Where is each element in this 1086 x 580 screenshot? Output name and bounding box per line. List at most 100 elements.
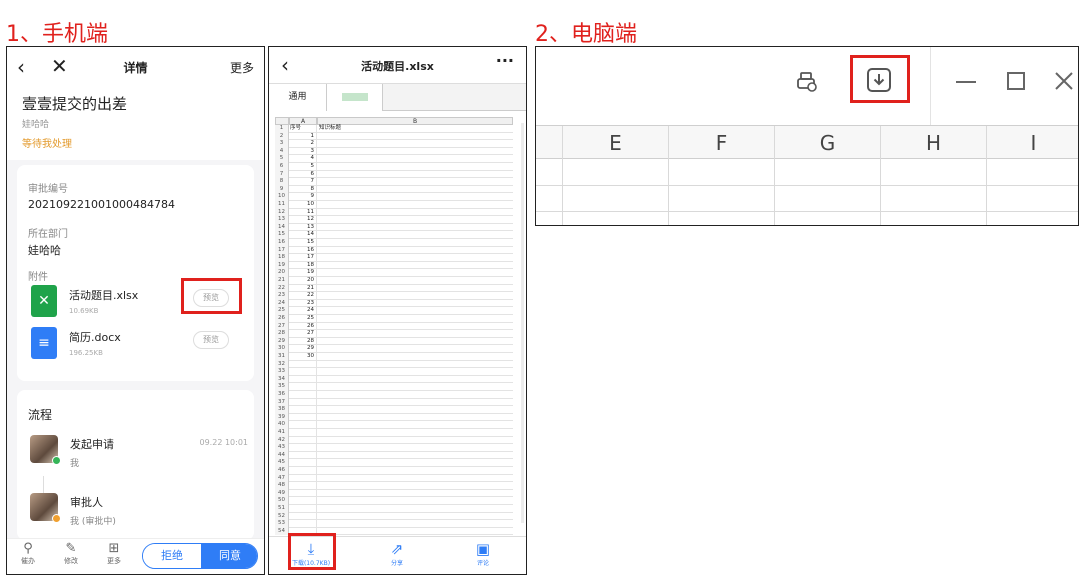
nav-more-button[interactable]: 更多 — [230, 59, 254, 76]
column-header[interactable]: I — [986, 126, 1078, 160]
cell-a: 11 — [289, 208, 317, 217]
table-row[interactable]: 40 — [275, 421, 513, 429]
table-row[interactable]: 45 — [275, 459, 513, 467]
table-row[interactable]: 54 — [275, 155, 513, 163]
table-row[interactable]: 31 30 — [275, 353, 513, 361]
table-row[interactable]: 41 — [275, 429, 513, 437]
table-row[interactable]: 65 — [275, 163, 513, 171]
table-row[interactable]: 22 21 — [275, 284, 513, 293]
table-row[interactable]: 43 — [275, 147, 513, 156]
table-row[interactable]: 30 29 — [275, 345, 513, 353]
table-row[interactable]: 46 — [275, 467, 513, 475]
table-row[interactable]: 18 17 — [275, 254, 513, 262]
attachment-name[interactable]: 简历.docx — [69, 329, 121, 345]
table-row[interactable]: 76 — [275, 170, 513, 179]
cell-a — [289, 497, 317, 505]
table-row[interactable]: 23 22 — [275, 292, 513, 300]
table-row[interactable]: 39 — [275, 413, 513, 422]
sheet-tab[interactable]: 通用 — [269, 84, 327, 111]
table-row[interactable]: 51 — [275, 505, 513, 513]
table-row[interactable]: 21 20 — [275, 277, 513, 285]
column-header: B — [317, 117, 513, 125]
table-row[interactable]: 37 — [275, 398, 513, 407]
table-row[interactable]: 15 14 — [275, 231, 513, 239]
table-row[interactable]: 19 18 — [275, 261, 513, 270]
table-row[interactable]: 17 16 — [275, 246, 513, 255]
table-row[interactable]: 87 — [275, 178, 513, 186]
preview-button[interactable]: 预览 — [193, 331, 229, 349]
table-row[interactable]: 13 12 — [275, 216, 513, 224]
flow-card: 流程 发起申请 我 09.22 10:01 审批人 我 (审批中) — [17, 390, 254, 540]
table-row[interactable]: 47 — [275, 474, 513, 483]
table-row[interactable]: 27 26 — [275, 322, 513, 331]
table-row[interactable]: 29 28 — [275, 337, 513, 346]
scrollbar[interactable] — [521, 123, 524, 523]
cell-a: 27 — [289, 330, 317, 338]
table-row[interactable]: 21 — [275, 132, 513, 141]
sheet-tab[interactable] — [327, 84, 383, 111]
download-icon[interactable] — [866, 67, 892, 93]
agree-button[interactable]: 同意 — [201, 544, 257, 568]
table-row[interactable]: 36 — [275, 391, 513, 399]
table-row[interactable]: 50 — [275, 497, 513, 505]
table-row[interactable]: 16 15 — [275, 239, 513, 247]
table-row[interactable]: 42 — [275, 436, 513, 445]
flow-step-name: 发起申请 — [70, 438, 114, 451]
table-row[interactable]: 28 27 — [275, 330, 513, 338]
table-row[interactable]: 10 9 — [275, 193, 513, 201]
cell-a — [289, 436, 317, 445]
column-header[interactable]: G — [774, 126, 880, 160]
maximize-icon[interactable] — [1006, 71, 1026, 91]
share-button[interactable]: ⇗ 分享 — [367, 540, 427, 567]
table-row[interactable]: 48 — [275, 482, 513, 490]
attachment-name[interactable]: 活动题目.xlsx — [69, 287, 138, 303]
column-header[interactable]: F — [668, 126, 774, 160]
excel-file-icon[interactable]: ✕ — [31, 285, 57, 317]
table-row[interactable]: 32 — [275, 360, 513, 369]
flow-step-name: 审批人 — [70, 496, 103, 509]
column-header: A — [289, 117, 317, 125]
table-row[interactable]: 52 — [275, 512, 513, 521]
table-row[interactable]: 32 — [275, 140, 513, 148]
grid-line — [562, 159, 563, 225]
flow-step-time: 09.22 10:01 — [199, 438, 249, 447]
table-row[interactable]: 12 11 — [275, 208, 513, 217]
grid-icon: ⊞ — [108, 541, 120, 556]
reject-button[interactable]: 拒绝 — [143, 544, 201, 568]
table-row[interactable]: 44 — [275, 451, 513, 460]
table-row[interactable]: 1 序号 知识标题 — [275, 125, 513, 133]
table-row[interactable]: 26 25 — [275, 315, 513, 323]
close-icon[interactable] — [1054, 71, 1074, 91]
table-row[interactable]: 14 13 — [275, 223, 513, 232]
table-row[interactable]: 43 — [275, 444, 513, 452]
table-row[interactable]: 20 19 — [275, 269, 513, 277]
row-number: 19 — [275, 261, 289, 270]
table-row[interactable]: 34 — [275, 375, 513, 384]
row-number: 53 — [275, 520, 289, 528]
minimize-icon[interactable] — [956, 80, 976, 84]
table-row[interactable]: 35 — [275, 383, 513, 391]
cell-a — [289, 429, 317, 437]
table-row[interactable]: 98 — [275, 185, 513, 194]
table-row[interactable]: 11 10 — [275, 201, 513, 209]
table-row[interactable]: 24 23 — [275, 299, 513, 308]
table-row[interactable]: 53 — [275, 520, 513, 528]
row-number: 27 — [275, 322, 289, 331]
edit-button[interactable]: ✎ 修改 — [58, 542, 84, 566]
cell-a: 7 — [289, 178, 317, 186]
more-icon[interactable]: ··· — [496, 51, 514, 70]
urge-button[interactable]: ⚲ 催办 — [15, 542, 41, 566]
more-button[interactable]: ⊞ 更多 — [101, 542, 127, 566]
column-header[interactable]: E — [562, 126, 668, 160]
sheet-grid[interactable]: A B 1 序号 知识标题 2 1 3 2 4 3 5 4 6 5 7 6 8 7 9 8 10 9 11 10 12 11 13… — [269, 111, 526, 539]
table-row[interactable]: 33 — [275, 368, 513, 376]
print-icon[interactable] — [795, 70, 819, 94]
row-number: 11 — [275, 201, 289, 209]
word-file-icon[interactable]: ≡ — [31, 327, 57, 359]
table-row[interactable]: 49 — [275, 489, 513, 498]
comment-button[interactable]: ▣ 评论 — [453, 540, 513, 567]
table-row[interactable]: 38 — [275, 406, 513, 414]
column-header[interactable]: H — [880, 126, 986, 160]
row-number: 4 — [275, 147, 289, 156]
table-row[interactable]: 25 24 — [275, 307, 513, 315]
